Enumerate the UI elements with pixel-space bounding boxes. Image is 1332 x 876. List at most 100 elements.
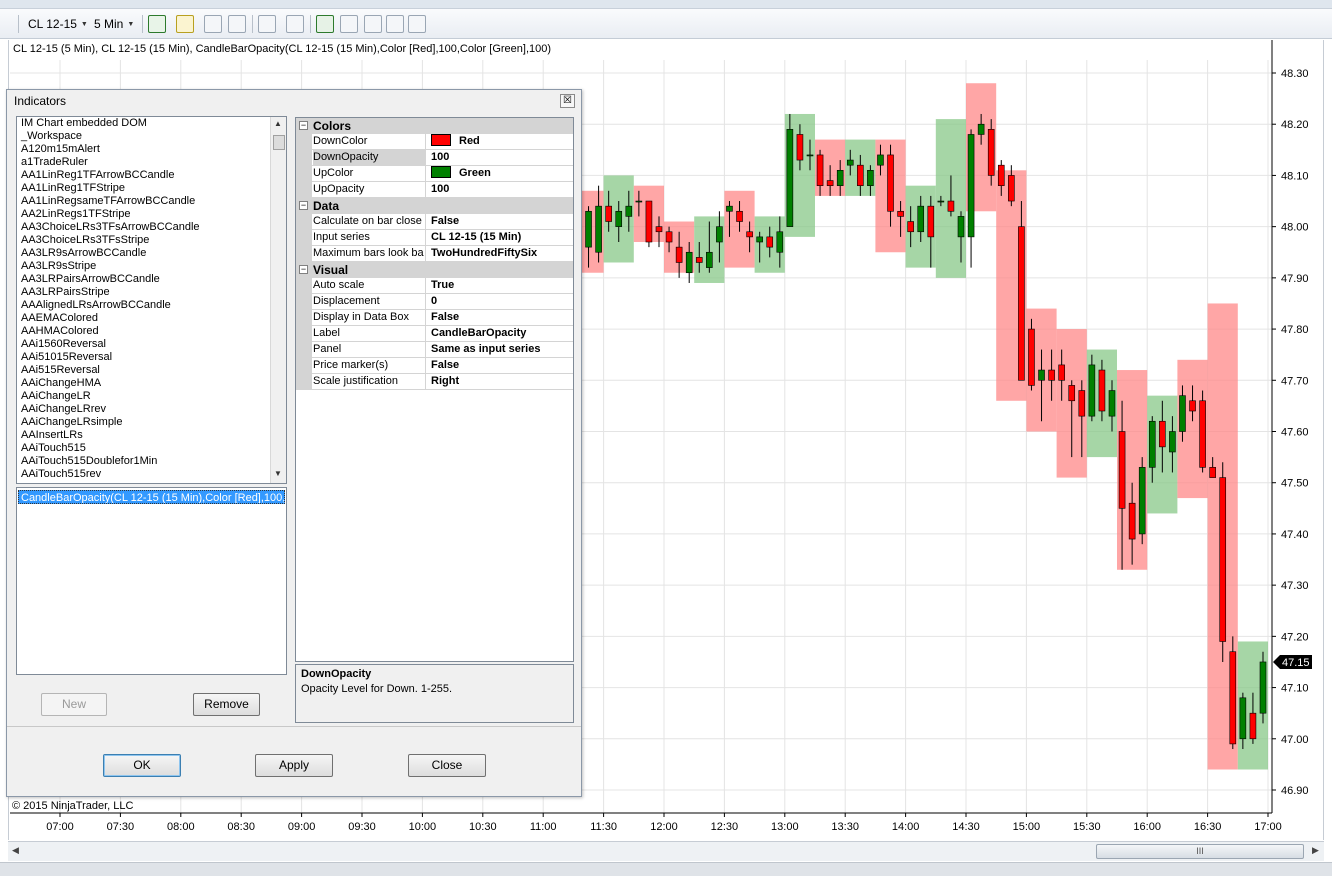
list-item[interactable]: AAiChangeLRrev [17, 403, 286, 416]
x-tick-label: 07:00 [46, 821, 74, 833]
list-item[interactable]: AAiChangeLRsimple [17, 416, 286, 429]
property-value[interactable]: False [428, 358, 573, 373]
property-row[interactable]: Auto scale True [296, 278, 573, 294]
collapse-icon[interactable]: − [299, 265, 308, 274]
property-row[interactable]: Displacement 0 [296, 294, 573, 310]
list-item[interactable]: AA3LRPairsArrowBCCandle [17, 273, 286, 286]
list-item[interactable]: AA1LinReg1TFStripe [17, 182, 286, 195]
collapse-icon[interactable]: − [299, 121, 308, 130]
property-value[interactable]: Same as input series [428, 342, 573, 357]
property-value[interactable]: Green [428, 166, 573, 181]
property-value[interactable]: 0 [428, 294, 573, 309]
list-item[interactable]: AA3ChoiceLRs3TFsArrowBCCandle [17, 221, 286, 234]
list-item[interactable]: AA3LR9sStripe [17, 260, 286, 273]
list-item[interactable]: AAiChangeLR [17, 390, 286, 403]
list-item[interactable]: AA1LinRegsameTFArrowBCCandle [17, 195, 286, 208]
close-icon[interactable]: ☒ [560, 94, 575, 108]
list-scrollbar-thumb[interactable] [273, 135, 285, 150]
down-candle [645, 200, 653, 243]
x-tick-label: 12:00 [650, 821, 678, 833]
list-item[interactable]: AAAlignedLRsArrowBCCandle [17, 299, 286, 312]
applied-indicator-item[interactable]: CandleBarOpacity(CL 12-15 (15 Min),Color… [18, 490, 285, 504]
scroll-left-icon[interactable]: ◀ [12, 845, 19, 856]
up-candle [1108, 390, 1116, 417]
list-item[interactable]: AAInsertLRs [17, 429, 286, 442]
list-item[interactable]: AAEMAColored [17, 312, 286, 325]
property-grid[interactable]: − Colors DownColor Red DownOpacity 100 UpColor… [295, 117, 574, 662]
chart-horizontal-scrollbar[interactable]: ◀ III ▶ [8, 841, 1324, 861]
close-button[interactable]: Close [408, 754, 486, 777]
property-row[interactable]: UpColor Green [296, 166, 573, 182]
property-category[interactable]: − Colors [296, 118, 573, 134]
list-item[interactable]: A120m15mAlert [17, 143, 286, 156]
scrollbar-thumb[interactable]: III [1096, 844, 1304, 859]
remove-button[interactable]: Remove [193, 693, 260, 716]
list-item[interactable]: AA3LR9sArrowBCCandle [17, 247, 286, 260]
property-value[interactable]: Red [428, 134, 573, 149]
list-item[interactable]: AAi51015Reversal [17, 351, 286, 364]
property-value[interactable]: Right [428, 374, 573, 389]
category-label: Visual [313, 263, 349, 277]
y-tick-label: 47.50 [1281, 478, 1309, 490]
list-item[interactable]: AAHMAColored [17, 325, 286, 338]
help-title: DownOpacity [301, 668, 372, 680]
property-row[interactable]: Calculate on bar close False [296, 214, 573, 230]
property-value-text: 100 [431, 151, 450, 163]
scroll-up-icon[interactable]: ▲ [274, 119, 282, 128]
property-row[interactable]: Input series CL 12-15 (15 Min) [296, 230, 573, 246]
list-item[interactable]: AAiTouch515rev [17, 468, 286, 481]
list-scrollbar[interactable]: ▲ ▼ [270, 117, 286, 483]
property-row[interactable]: Display in Data Box False [296, 310, 573, 326]
up-candle [776, 231, 784, 253]
ok-button[interactable]: OK [103, 754, 181, 777]
property-value[interactable]: False [428, 214, 573, 229]
scroll-down-icon[interactable]: ▼ [274, 469, 282, 478]
property-value[interactable]: 100 [428, 182, 573, 197]
property-row[interactable]: Panel Same as input series [296, 342, 573, 358]
property-gutter [296, 166, 312, 182]
list-item[interactable]: AAi515Reversal [17, 364, 286, 377]
list-item[interactable]: AA3LRPairsStripe [17, 286, 286, 299]
up-candle [917, 205, 925, 233]
property-row[interactable]: Scale justification Right [296, 374, 573, 390]
property-value[interactable]: True [428, 278, 573, 293]
property-value[interactable]: 100 [428, 150, 573, 165]
property-category[interactable]: − Visual [296, 262, 573, 278]
property-row[interactable]: DownOpacity 100 [296, 150, 573, 166]
list-item[interactable]: AAiTouch515Doublefor1Min [17, 455, 286, 468]
scroll-right-icon[interactable]: ▶ [1312, 845, 1319, 856]
applied-indicators-list[interactable]: CandleBarOpacity(CL 12-15 (15 Min),Color… [16, 487, 287, 675]
property-category[interactable]: − Data [296, 198, 573, 214]
list-item[interactable]: AAi1560Reversal [17, 338, 286, 351]
property-row[interactable]: Price marker(s) False [296, 358, 573, 374]
y-tick-label: 47.10 [1281, 683, 1309, 695]
property-name: Scale justification [313, 374, 426, 390]
property-row[interactable]: Maximum bars look ba TwoHundredFiftySix [296, 246, 573, 262]
list-item[interactable]: _Workspace [17, 130, 286, 143]
y-tick-label: 46.90 [1281, 785, 1309, 797]
down-candle [1189, 400, 1196, 412]
available-indicators-list[interactable]: IM Chart embedded DOM _Workspace A120m15mA… [16, 116, 287, 484]
list-item[interactable]: AAiTouch515 [17, 442, 286, 455]
property-value[interactable]: TwoHundredFiftySix [428, 246, 573, 261]
property-row[interactable]: UpOpacity 100 [296, 182, 573, 198]
list-item[interactable]: AAiChangeHMA [17, 377, 286, 390]
up-candle [716, 226, 723, 243]
x-tick-label: 15:30 [1073, 821, 1101, 833]
y-tick-label: 47.40 [1281, 529, 1309, 541]
property-row[interactable]: Label CandleBarOpacity [296, 326, 573, 342]
property-value[interactable]: CL 12-15 (15 Min) [428, 230, 573, 245]
new-button[interactable]: New [41, 693, 107, 716]
list-item[interactable]: AA2LinRegs1TFStripe [17, 208, 286, 221]
list-item[interactable]: AA3ChoiceLRs3TFsStripe [17, 234, 286, 247]
list-item[interactable]: AA1LinReg1TFArrowBCCandle [17, 169, 286, 182]
indicators-dialog: Indicators ☒ IM Chart embedded DOM _Works… [6, 89, 582, 797]
property-row[interactable]: DownColor Red [296, 134, 573, 150]
list-item[interactable]: IM Chart embedded DOM [17, 117, 286, 130]
collapse-icon[interactable]: − [299, 201, 308, 210]
apply-button[interactable]: Apply [255, 754, 333, 777]
up-candle [625, 205, 633, 217]
list-item[interactable]: a1TradeRuler [17, 156, 286, 169]
property-value[interactable]: False [428, 310, 573, 325]
property-value[interactable]: CandleBarOpacity [428, 326, 573, 341]
